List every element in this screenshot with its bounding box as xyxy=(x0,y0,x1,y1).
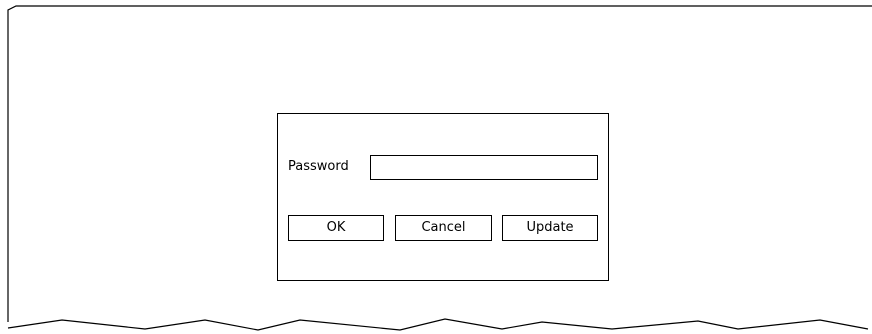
password-input[interactable] xyxy=(370,155,598,180)
torn-edge xyxy=(7,318,869,331)
cancel-button[interactable]: Cancel xyxy=(395,215,492,241)
password-dialog: Password OK Cancel Update xyxy=(277,113,609,281)
update-button[interactable]: Update xyxy=(502,215,598,241)
ok-button[interactable]: OK xyxy=(288,215,384,241)
password-label: Password xyxy=(288,159,349,174)
